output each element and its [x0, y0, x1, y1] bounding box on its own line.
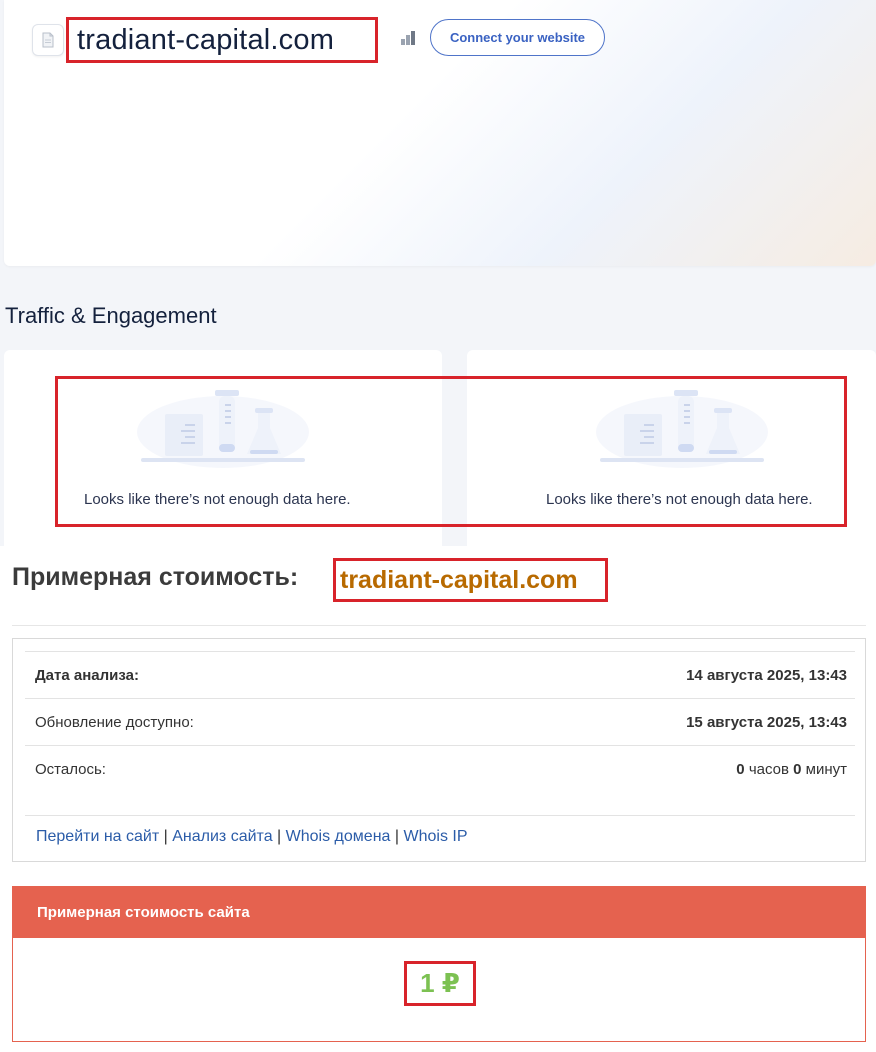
traffic-section-title: Traffic & Engagement: [5, 303, 217, 328]
analysis-info-box: Дата анализа: 14 августа 2025, 13:43 Обн…: [12, 638, 866, 862]
site-favicon: [32, 24, 64, 56]
divider: [25, 815, 855, 816]
link-site-analysis[interactable]: Анализ сайта: [172, 828, 272, 845]
valuation-domain: tradiant-capital.com: [340, 565, 578, 594]
site-domain: tradiant-capital.com: [77, 23, 335, 56]
bar-steps-icon: [401, 31, 415, 45]
link-separator: |: [163, 828, 168, 845]
valuation-domain-highlight: tradiant-capital.com: [333, 558, 608, 602]
traffic-overview-page: tradiant-capital.com Connect your websit…: [0, 0, 876, 546]
analysis-date-row: Дата анализа: 14 августа 2025, 13:43: [25, 651, 855, 698]
row-label: Обновление доступно:: [35, 713, 194, 731]
link-whois-domain[interactable]: Whois домена: [286, 828, 391, 845]
link-go-to-site[interactable]: Перейти на сайт: [36, 828, 159, 845]
hours-count: 0: [736, 760, 745, 778]
domain-highlight: tradiant-capital.com: [66, 17, 378, 63]
link-separator: |: [394, 828, 400, 845]
hours-unit: часов: [748, 760, 789, 778]
site-value-highlight: 1 ₽: [404, 961, 476, 1006]
site-value-panel: Примерная стоимость сайта 1 ₽: [12, 886, 866, 1042]
row-label: Дата анализа:: [35, 666, 139, 684]
row-value: 14 августа 2025, 13:43: [686, 666, 847, 684]
time-remaining-row: Осталось: 0 часов 0 минут: [25, 745, 855, 792]
link-whois-ip[interactable]: Whois IP: [403, 828, 467, 845]
connect-website-button[interactable]: Connect your website: [430, 19, 605, 56]
page-icon: [42, 32, 54, 48]
update-available-row: Обновление доступно: 15 августа 2025, 13…: [25, 698, 855, 745]
site-links: Перейти на сайт | Анализ сайта | Whois д…: [36, 828, 468, 846]
row-value: 0 часов 0 минут: [736, 761, 847, 778]
minutes-unit: минут: [805, 760, 847, 778]
empty-data-highlight: [55, 376, 847, 527]
row-label: Осталось:: [35, 760, 106, 778]
valuation-title: Примерная стоимость:: [12, 563, 299, 591]
divider: [12, 625, 866, 626]
link-separator: |: [277, 828, 282, 845]
site-value-amount: 1 ₽: [420, 968, 460, 998]
row-value: 15 августа 2025, 13:43: [686, 713, 847, 731]
site-value-header: Примерная стоимость сайта: [13, 887, 865, 938]
minutes-count: 0: [793, 760, 802, 778]
